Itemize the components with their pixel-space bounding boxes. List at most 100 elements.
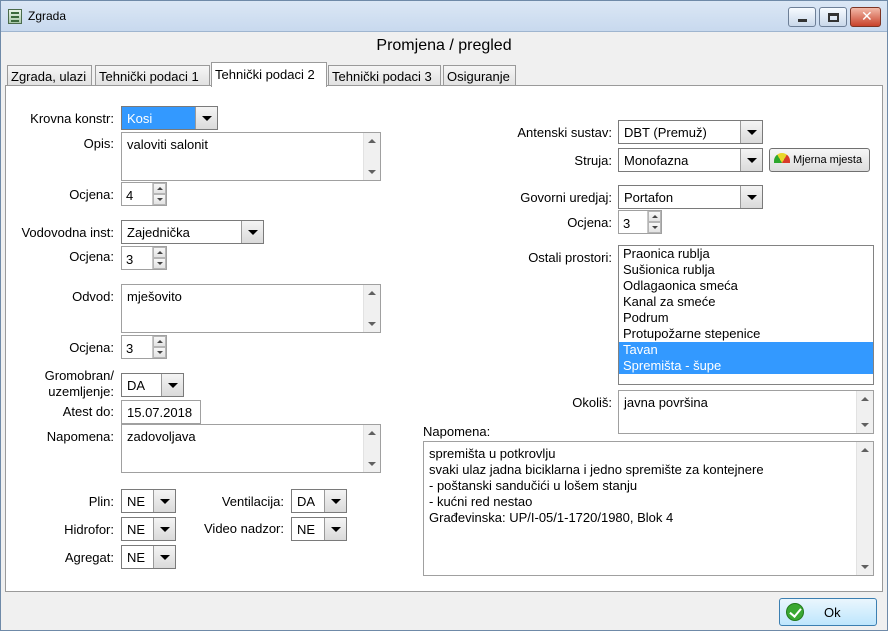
okolis-value: javna površina — [624, 395, 708, 410]
list-item[interactable]: Odlagaonica smeća — [619, 278, 873, 294]
chevron-down-icon[interactable] — [153, 490, 175, 512]
tab-zgrada-ulazi[interactable]: Zgrada, ulazi — [7, 65, 92, 86]
chevron-down-icon[interactable] — [161, 374, 183, 396]
scroll-up-icon — [861, 448, 869, 452]
chevron-down-icon[interactable] — [324, 490, 346, 512]
chevron-down-icon[interactable] — [740, 186, 762, 208]
ocjena-vodovod-stepper[interactable]: 3 — [121, 246, 167, 270]
ocjena-odvod-value: 3 — [126, 341, 134, 356]
ocjena-odvod-stepper[interactable]: 3 — [121, 335, 167, 359]
chevron-down-icon[interactable] — [195, 107, 217, 129]
chevron-down-icon[interactable] — [740, 149, 762, 171]
ostali-prostori-list[interactable]: Praonica rublja Sušionica rublja Odlagao… — [618, 245, 874, 385]
tab-tehnicki-podaci-2[interactable]: Tehnički podaci 2 — [211, 62, 327, 87]
ventilacija-dropdown[interactable]: DA — [291, 489, 347, 513]
close-icon: ✕ — [861, 9, 873, 25]
stepper-up-button[interactable] — [153, 336, 166, 347]
close-button[interactable]: ✕ — [850, 7, 881, 27]
agregat-dropdown[interactable]: NE — [121, 545, 176, 569]
opis-value: valoviti salonit — [127, 137, 208, 152]
hidrofor-dropdown[interactable]: NE — [121, 517, 176, 541]
agregat-value: NE — [127, 550, 146, 565]
okolis-label: Okoliš: — [572, 395, 612, 410]
list-item[interactable]: Sušionica rublja — [619, 262, 873, 278]
antenski-sustav-label: Antenski sustav: — [517, 125, 612, 140]
chevron-down-icon[interactable] — [324, 518, 346, 540]
opis-field[interactable]: valoviti salonit — [121, 132, 381, 181]
stepper-down-button[interactable] — [648, 222, 661, 233]
tab-osiguranje[interactable]: Osiguranje — [443, 65, 516, 86]
chevron-down-icon[interactable] — [153, 518, 175, 540]
ocjena-vodovod-value: 3 — [126, 252, 134, 267]
ok-button[interactable]: Ok — [779, 598, 877, 626]
napomena-right-field[interactable]: spremišta u potkrovlju svaki ulaz jadna … — [423, 441, 874, 576]
struja-value: Monofazna — [624, 153, 689, 168]
stepper-up-button[interactable] — [153, 183, 166, 194]
struja-label: Struja: — [574, 153, 612, 168]
hidrofor-label: Hidrofor: — [64, 522, 114, 537]
opis-scrollbar[interactable] — [363, 133, 380, 180]
list-item[interactable]: Spremišta - šupe — [619, 358, 873, 374]
stepper-down-button[interactable] — [153, 347, 166, 358]
video-nadzor-dropdown[interactable]: NE — [291, 517, 347, 541]
stepper-down-button[interactable] — [153, 194, 166, 205]
list-item[interactable]: Podrum — [619, 310, 873, 326]
napomena-left-field[interactable]: zadovoljava — [121, 424, 381, 473]
chevron-down-icon[interactable] — [740, 121, 762, 143]
napomena-right-scrollbar[interactable] — [856, 442, 873, 575]
scroll-down-icon — [368, 322, 376, 326]
krovna-konstr-dropdown[interactable]: Kosi — [121, 106, 218, 130]
app-icon — [8, 9, 22, 24]
govorni-uredjaj-dropdown[interactable]: Portafon — [618, 185, 763, 209]
stepper-up-button[interactable] — [153, 247, 166, 258]
ocjena-govorni-stepper[interactable]: 3 — [618, 210, 662, 234]
plin-dropdown[interactable]: NE — [121, 489, 176, 513]
mjerna-mjesta-button[interactable]: Mjerna mjesta — [769, 148, 870, 172]
list-item[interactable]: Tavan — [619, 342, 873, 358]
list-item[interactable]: Protupožarne stepenice — [619, 326, 873, 342]
govorni-uredjaj-value: Portafon — [624, 190, 674, 205]
ocjena-govorni-label: Ocjena: — [567, 215, 612, 230]
video-nadzor-label: Video nadzor: — [204, 521, 284, 536]
struja-dropdown[interactable]: Monofazna — [618, 148, 763, 172]
scroll-down-icon — [861, 423, 869, 427]
chevron-down-icon[interactable] — [153, 546, 175, 568]
ok-label: Ok — [824, 605, 841, 620]
gromobran-label: Gromobran/ uzemljenje: — [45, 368, 114, 400]
title-bar: Zgrada ✕ — [1, 1, 887, 32]
window-title: Zgrada — [28, 9, 67, 23]
list-item[interactable]: Kanal za smeće — [619, 294, 873, 310]
scroll-up-icon — [368, 291, 376, 295]
checkmark-icon — [786, 603, 804, 621]
ventilacija-label: Ventilacija: — [221, 494, 284, 509]
krovna-konstr-label: Krovna konstr: — [30, 111, 114, 126]
stepper-up-button[interactable] — [648, 211, 661, 222]
okolis-scrollbar[interactable] — [856, 391, 873, 433]
maximize-button[interactable] — [819, 7, 847, 27]
odvod-field[interactable]: mješovito — [121, 284, 381, 333]
atest-do-field[interactable]: 15.07.2018 — [121, 400, 201, 424]
list-item[interactable]: Praonica rublja — [619, 246, 873, 262]
okolis-field[interactable]: javna površina — [618, 390, 874, 434]
opis-label: Opis: — [83, 136, 114, 151]
napomena-left-scrollbar[interactable] — [363, 425, 380, 472]
stepper-down-button[interactable] — [153, 258, 166, 269]
minimize-button[interactable] — [788, 7, 816, 27]
gromobran-dropdown[interactable]: DA — [121, 373, 184, 397]
agregat-label: Agregat: — [64, 550, 114, 565]
vodovodna-dropdown[interactable]: Zajednička — [121, 220, 264, 244]
tab-tehnicki-podaci-1[interactable]: Tehnički podaci 1 — [95, 65, 210, 86]
tab-tehnicki-podaci-3[interactable]: Tehnički podaci 3 — [328, 65, 441, 86]
odvod-scrollbar[interactable] — [363, 285, 380, 332]
ocjena-krov-stepper[interactable]: 4 — [121, 182, 167, 206]
vodovodna-value: Zajednička — [127, 225, 190, 240]
chevron-down-icon[interactable] — [241, 221, 263, 243]
atest-do-label: Atest do: — [62, 404, 114, 419]
napomena-right-value: spremišta u potkrovlju svaki ulaz jadna … — [429, 446, 764, 525]
ocjena-vodovod-label: Ocjena: — [69, 249, 114, 264]
antenski-sustav-dropdown[interactable]: DBT (Premuž) — [618, 120, 763, 144]
mjerna-mjesta-label: Mjerna mjesta — [793, 154, 863, 166]
ocjena-krov-label: Ocjena: — [69, 187, 114, 202]
govorni-uredjaj-label: Govorni uredjaj: — [520, 190, 612, 205]
video-nadzor-value: NE — [297, 522, 316, 537]
